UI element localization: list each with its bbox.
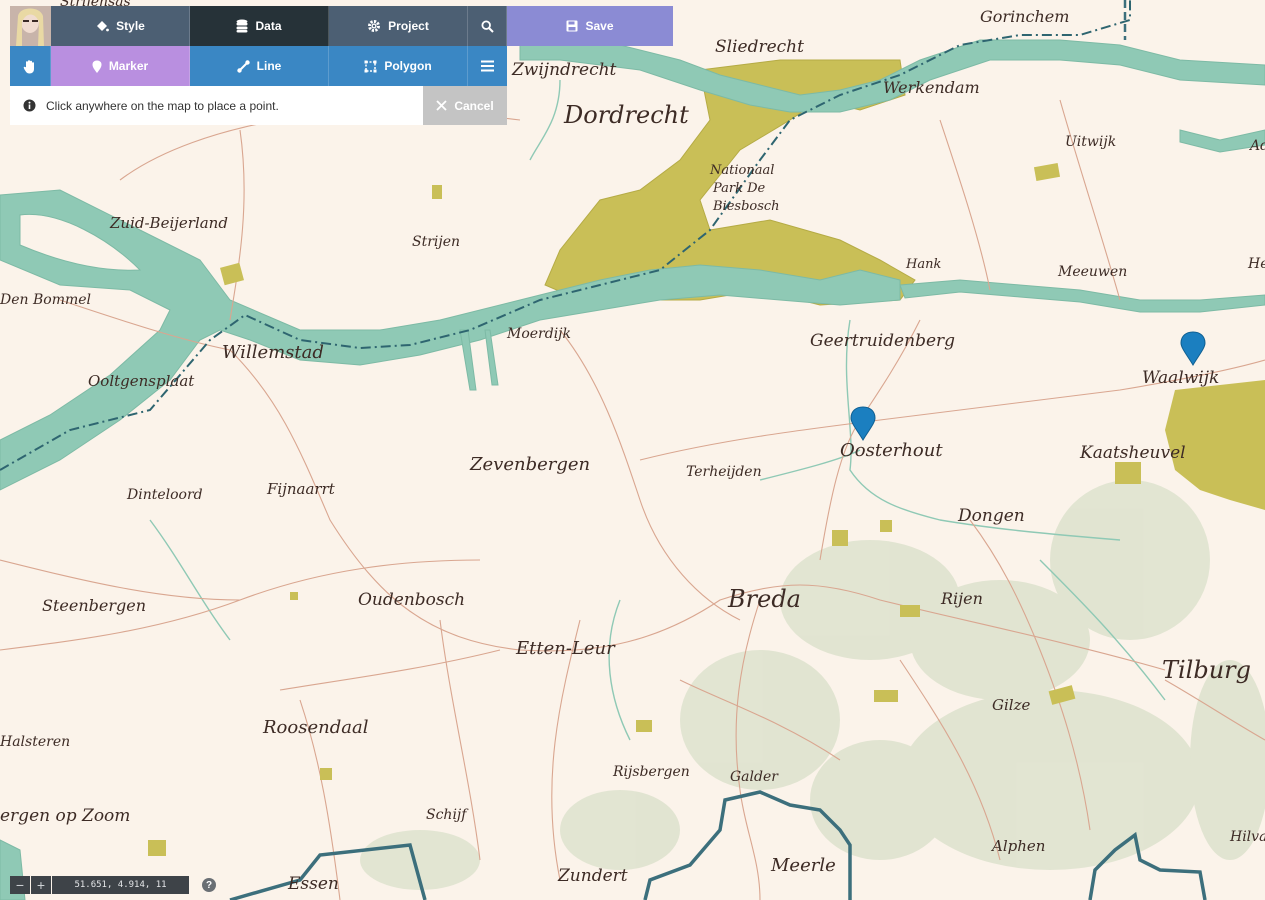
label-rijsbergen: Rijsbergen (612, 764, 690, 780)
hint-text: Click anywhere on the map to place a poi… (46, 98, 279, 113)
database-icon (236, 19, 248, 33)
zoom-out-icon: − (15, 877, 25, 893)
data-button[interactable]: Data (190, 6, 329, 46)
floppy-icon (566, 20, 578, 32)
label-sliedrecht: Sliedrecht (715, 37, 804, 57)
hamburger-menu-icon (481, 60, 494, 72)
label-werkendam: Werkendam (883, 78, 980, 97)
data-label: Data (255, 19, 282, 33)
label-gorinchem: Gorinchem (980, 7, 1069, 26)
label-rijen: Rijen (940, 589, 983, 608)
line-label: Line (256, 59, 282, 73)
map-canvas[interactable]: Strijensas Gorinchem Sliedrecht Zwijndre… (0, 0, 1265, 900)
polygon-label: Polygon (384, 59, 432, 73)
style-label: Style (116, 19, 145, 33)
placement-hint: Click anywhere on the map to place a poi… (10, 86, 423, 125)
polygon-tool-button[interactable]: Polygon (329, 46, 468, 86)
label-hilva: Hilva (1229, 829, 1265, 845)
coordinates-readout: 51.651, 4.914, 11 (52, 876, 189, 894)
label-oosterhout: Oosterhout (840, 440, 943, 461)
line-tool-button[interactable]: Line (190, 46, 329, 86)
save-label: Save (585, 19, 614, 33)
label-hank: Hank (905, 257, 941, 272)
user-avatar[interactable] (10, 6, 51, 46)
label-meerle: Meerle (770, 855, 836, 876)
label-zevenbergen: Zevenbergen (469, 454, 590, 475)
label-he: He (1247, 256, 1265, 272)
gear-icon (368, 20, 381, 32)
label-gilze: Gilze (992, 696, 1030, 714)
label-galder: Galder (730, 769, 779, 785)
line-tool-icon (236, 59, 250, 73)
search-button[interactable] (468, 6, 507, 46)
save-button[interactable]: Save (507, 6, 673, 46)
label-ooltgensplaat: Ooltgensplaat (88, 372, 195, 390)
project-label: Project (388, 19, 429, 33)
zoom-out-button[interactable]: − (10, 876, 30, 894)
label-roosendaal: Roosendaal (262, 717, 369, 738)
label-fijnaart: Fijnaarrt (266, 480, 336, 498)
label-park-1: Nationaal (709, 163, 774, 178)
label-moerdijk: Moerdijk (506, 326, 571, 342)
label-waalwijk: Waalwijk (1142, 368, 1219, 388)
label-kaatsheuvel: Kaatsheuvel (1079, 443, 1186, 463)
label-halsteren: Halsteren (0, 734, 70, 750)
info-icon (23, 99, 36, 112)
marker-tool-button[interactable]: Marker (51, 46, 190, 86)
label-willemstad: Willemstad (222, 342, 324, 363)
cancel-label: Cancel (454, 98, 494, 113)
close-icon (436, 100, 447, 111)
label-geertruidenberg: Geertruidenberg (810, 331, 955, 351)
help-icon: ? (205, 879, 213, 891)
label-essen: Essen (287, 874, 339, 894)
label-ad: Ad (1248, 138, 1265, 154)
label-dinteloord: Dinteloord (126, 487, 203, 503)
label-alphen: Alphen (990, 837, 1045, 855)
label-terheijden: Terheijden (686, 464, 762, 480)
paint-bucket-icon (97, 21, 110, 32)
label-bergen-op-zoom: ergen op Zoom (0, 806, 130, 826)
label-zuid-beijerland: Zuid-Beijerland (109, 214, 228, 232)
style-button[interactable]: Style (51, 6, 190, 46)
label-meeuwen: Meeuwen (1057, 264, 1127, 280)
label-zundert: Zundert (557, 866, 628, 886)
search-icon (480, 19, 494, 33)
label-uitwijk: Uitwijk (1065, 134, 1116, 150)
map-pin-icon (92, 60, 102, 73)
zoom-in-button[interactable]: + (31, 876, 51, 894)
avatar-icon (10, 6, 51, 46)
zoom-in-icon: + (36, 877, 46, 893)
label-park-3: Biesbosch (712, 199, 780, 214)
label-dongen: Dongen (957, 506, 1025, 526)
polygon-tool-icon (364, 60, 377, 72)
label-zwijndrecht: Zwijndrecht (511, 60, 617, 80)
help-button[interactable]: ? (202, 878, 216, 892)
cancel-button[interactable]: Cancel (423, 86, 507, 125)
label-breda: Breda (727, 585, 801, 613)
label-tilburg: Tilburg (1162, 656, 1251, 684)
label-den-bommel: Den Bommel (0, 292, 91, 308)
label-oudenbosch: Oudenbosch (358, 590, 465, 610)
hand-icon (23, 59, 34, 73)
label-strijen: Strijen (412, 234, 460, 250)
label-etten-leur: Etten-Leur (515, 638, 616, 659)
menu-button[interactable] (468, 46, 507, 86)
marker-label: Marker (108, 59, 149, 73)
label-schijf: Schijf (426, 807, 469, 823)
label-dordrecht: Dordrecht (563, 101, 689, 129)
label-steenbergen: Steenbergen (42, 596, 146, 615)
pan-tool-button[interactable] (10, 46, 51, 86)
label-park-2: Park De (712, 181, 766, 196)
project-button[interactable]: Project (329, 6, 468, 46)
